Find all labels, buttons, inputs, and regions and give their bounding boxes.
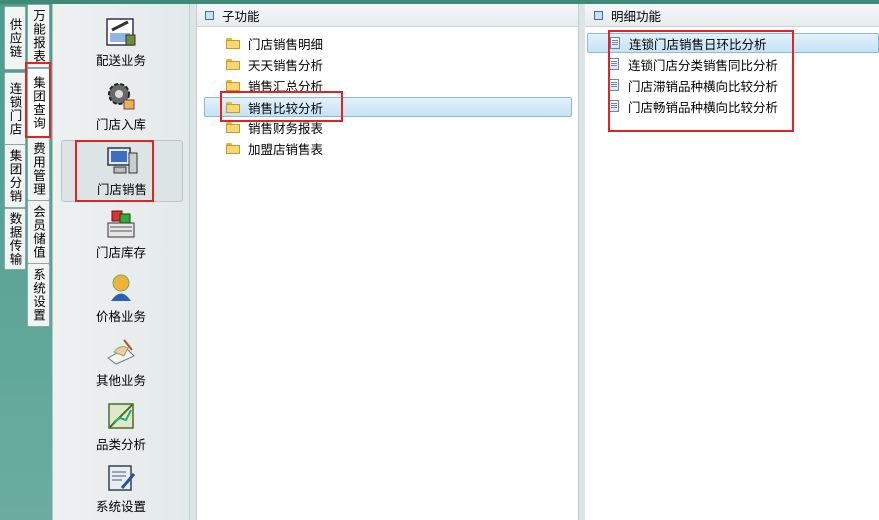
menu-store-inventory[interactable]: 门店库存 (61, 208, 181, 266)
report-icon (610, 37, 620, 49)
menu-store-receiving[interactable]: 门店入库 (61, 80, 181, 138)
panel-title: 明细功能 (611, 8, 662, 24)
menu-label: 价格业务 (95, 309, 146, 324)
folder-icon (226, 142, 240, 154)
detail-item[interactable]: 门店畅销品种横向比较分析 (609, 96, 809, 116)
detail-function-header: 明细功能 (585, 4, 879, 27)
report-icon (609, 79, 619, 91)
detail-item-label: 门店滞销品种横向比较分析 (628, 78, 779, 94)
delivery-icon (106, 18, 136, 46)
gear-icon (108, 83, 135, 110)
detail-item-label: 连锁门店销售日环比分析 (629, 36, 767, 52)
header-dot-icon (205, 10, 214, 20)
detail-item[interactable]: 连锁门店分类销售同比分析 (609, 54, 809, 74)
hand-writing-icon (107, 339, 135, 365)
list-item[interactable]: 天天销售分析 (226, 54, 426, 74)
list-item-label: 销售汇总分析 (248, 78, 324, 94)
folder-icon (226, 37, 240, 49)
panel-splitter[interactable] (189, 4, 197, 520)
list-item-selected[interactable]: 销售比较分析 (204, 97, 572, 117)
menu-label: 门店销售 (96, 182, 147, 197)
list-item-label: 销售比较分析 (248, 100, 324, 116)
user-icon (111, 274, 131, 301)
detail-item[interactable]: 门店滞销品种横向比较分析 (609, 75, 809, 95)
tab-group-query[interactable]: 集团查询 (27, 68, 50, 138)
menu-label: 门店入库 (95, 117, 146, 132)
menu-label: 品类分析 (95, 437, 146, 452)
report-icon (609, 100, 619, 112)
settings-pen-icon (108, 465, 136, 491)
module-icon-panel: 配送业务 门店入库 门店销售 门店库存 价格业务 其他业务 品类分析 系统设置 (52, 4, 190, 520)
list-item[interactable]: 销售汇总分析 (226, 75, 426, 95)
menu-category-analysis[interactable]: 品类分析 (61, 400, 181, 458)
list-item[interactable]: 销售财务报表 (226, 117, 426, 137)
menu-label: 门店库存 (95, 245, 146, 260)
list-item-label: 门店销售明细 (248, 36, 324, 52)
menu-system-settings[interactable]: 系统设置 (61, 462, 181, 520)
list-item-label: 销售财务报表 (248, 120, 324, 136)
menu-label: 配送业务 (95, 53, 146, 68)
folder-icon (226, 121, 240, 133)
detail-item-selected[interactable]: 连锁门店销售日环比分析 (587, 33, 879, 53)
header-dot-icon (594, 10, 603, 20)
folder-icon (226, 58, 240, 70)
detail-item-label: 门店畅销品种横向比较分析 (628, 99, 779, 115)
list-item-label: 加盟店销售表 (248, 141, 324, 157)
report-icon (609, 58, 619, 70)
tab-data-transfer[interactable]: 数据传输 (4, 208, 26, 270)
tab-member-stored-value[interactable]: 会员储值 (27, 200, 50, 264)
tab-expense-management[interactable]: 费用管理 (27, 137, 50, 201)
folder-icon (226, 79, 240, 91)
menu-other-business[interactable]: 其他业务 (61, 336, 181, 394)
tab-universal-reports[interactable]: 万能报表 (27, 4, 50, 68)
menu-price-business[interactable]: 价格业务 (61, 272, 181, 330)
menu-label: 系统设置 (95, 499, 146, 514)
list-item[interactable]: 门店销售明细 (226, 33, 426, 53)
tab-group-distribution[interactable]: 集团分销 (4, 144, 26, 208)
open-folder-icon (226, 101, 240, 113)
inventory-icon (107, 210, 135, 238)
menu-label: 其他业务 (95, 373, 146, 388)
panel-title: 子功能 (222, 8, 260, 24)
detail-item-label: 连锁门店分类销售同比分析 (628, 57, 779, 73)
menu-delivery-business[interactable]: 配送业务 (61, 16, 181, 74)
computer-icon (107, 147, 138, 174)
list-item[interactable]: 加盟店销售表 (226, 138, 426, 158)
tab-chain-stores[interactable]: 连锁门店 (4, 72, 26, 146)
tab-supply-chain[interactable]: 供应链 (4, 6, 26, 70)
menu-store-sales[interactable]: 门店销售 (61, 140, 183, 202)
chart-icon (108, 403, 134, 429)
list-item-label: 天天销售分析 (248, 57, 324, 73)
tab-system-settings[interactable]: 系统设置 (27, 263, 50, 327)
sub-function-header: 子功能 (196, 4, 580, 27)
